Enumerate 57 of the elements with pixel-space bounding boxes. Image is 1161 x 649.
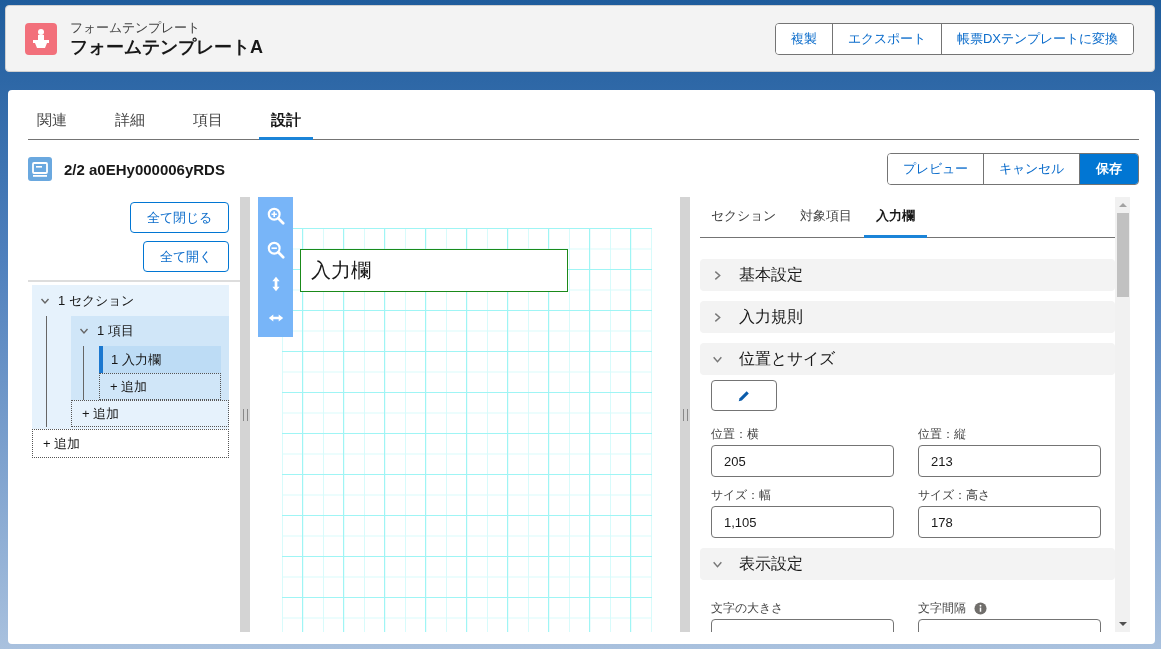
field-label: サイズ：高さ bbox=[918, 486, 990, 504]
input-field[interactable]: 1,105 bbox=[711, 506, 894, 538]
podium-icon bbox=[25, 22, 57, 55]
collapse-all-button[interactable]: 全て閉じる bbox=[130, 202, 229, 233]
field-label: 位置：横 bbox=[711, 425, 759, 443]
record-action-button[interactable]: 保存 bbox=[1079, 154, 1138, 184]
tree-label: 1 セクション bbox=[58, 292, 134, 310]
header-action-button[interactable]: 複製 bbox=[775, 23, 832, 54]
accordion-header[interactable]: 入力規則 bbox=[700, 301, 1115, 333]
design-title: 2/2 a0EHy000006yRDS bbox=[64, 160, 225, 178]
info-icon[interactable] bbox=[974, 601, 987, 615]
accordion-header[interactable]: 表示設定 bbox=[700, 548, 1115, 580]
splitter-handle[interactable] bbox=[680, 197, 690, 632]
tree-label: 1 項目 bbox=[97, 322, 134, 340]
properties-tab[interactable]: セクション bbox=[700, 197, 788, 238]
chevron-icon[interactable] bbox=[712, 269, 723, 281]
tab[interactable]: 設計 bbox=[259, 103, 313, 140]
header-action-button[interactable]: 帳票DXテンプレートに変換 bbox=[940, 23, 1133, 54]
expand-all-button[interactable]: 全て開く bbox=[143, 241, 229, 272]
tab[interactable]: 詳細 bbox=[103, 103, 157, 140]
text-field-element[interactable]: 入力欄 bbox=[300, 249, 568, 292]
zoom-in-icon[interactable] bbox=[266, 207, 285, 225]
header-action-button[interactable]: エクスポート bbox=[831, 23, 941, 54]
section-title: 入力規則 bbox=[739, 306, 803, 327]
add-item-button[interactable]: + 追加 bbox=[99, 373, 221, 400]
tab[interactable]: 項目 bbox=[181, 103, 235, 140]
section-title: 位置とサイズ bbox=[739, 348, 835, 369]
record-title: フォームテンプレートA bbox=[70, 35, 263, 58]
field-label: 文字間隔 bbox=[918, 599, 966, 617]
properties-tab[interactable]: 対象項目 bbox=[788, 197, 864, 238]
tree-item[interactable]: 1 セクション bbox=[32, 289, 229, 313]
input-field[interactable]: 205 bbox=[711, 445, 894, 477]
document-icon bbox=[28, 157, 52, 181]
pencil-icon bbox=[737, 388, 751, 403]
input-field[interactable]: 213 bbox=[918, 445, 1101, 477]
chevron-icon[interactable] bbox=[40, 296, 50, 306]
add-item-button[interactable]: + 追加 bbox=[71, 400, 229, 427]
tab[interactable]: 関連 bbox=[28, 103, 79, 140]
splitter-handle[interactable] bbox=[240, 197, 250, 632]
object-type: フォームテンプレート bbox=[70, 19, 201, 36]
accordion-header[interactable]: 位置とサイズ bbox=[700, 343, 1115, 375]
section-title: 表示設定 bbox=[739, 553, 803, 574]
scrollbar[interactable] bbox=[1115, 197, 1130, 632]
accordion-header[interactable]: 基本設定 bbox=[700, 259, 1115, 291]
edit-button[interactable] bbox=[711, 380, 777, 411]
field-label: 位置：縦 bbox=[918, 425, 966, 443]
field-label: 文字の大きさ bbox=[711, 599, 783, 617]
chevron-icon[interactable] bbox=[79, 326, 89, 336]
tree-item[interactable]: 1 入力欄 bbox=[99, 346, 221, 373]
chevron-icon[interactable] bbox=[712, 311, 723, 323]
tree-item[interactable]: 1 項目 bbox=[71, 319, 229, 343]
zoom-out-icon[interactable] bbox=[266, 241, 285, 259]
field-label: サイズ：幅 bbox=[711, 486, 771, 504]
add-section-button[interactable]: + 追加 bbox=[32, 429, 229, 458]
section-title: 基本設定 bbox=[739, 264, 803, 285]
properties-tab[interactable]: 入力欄 bbox=[864, 197, 927, 238]
input-field[interactable]: 178 bbox=[918, 506, 1101, 538]
